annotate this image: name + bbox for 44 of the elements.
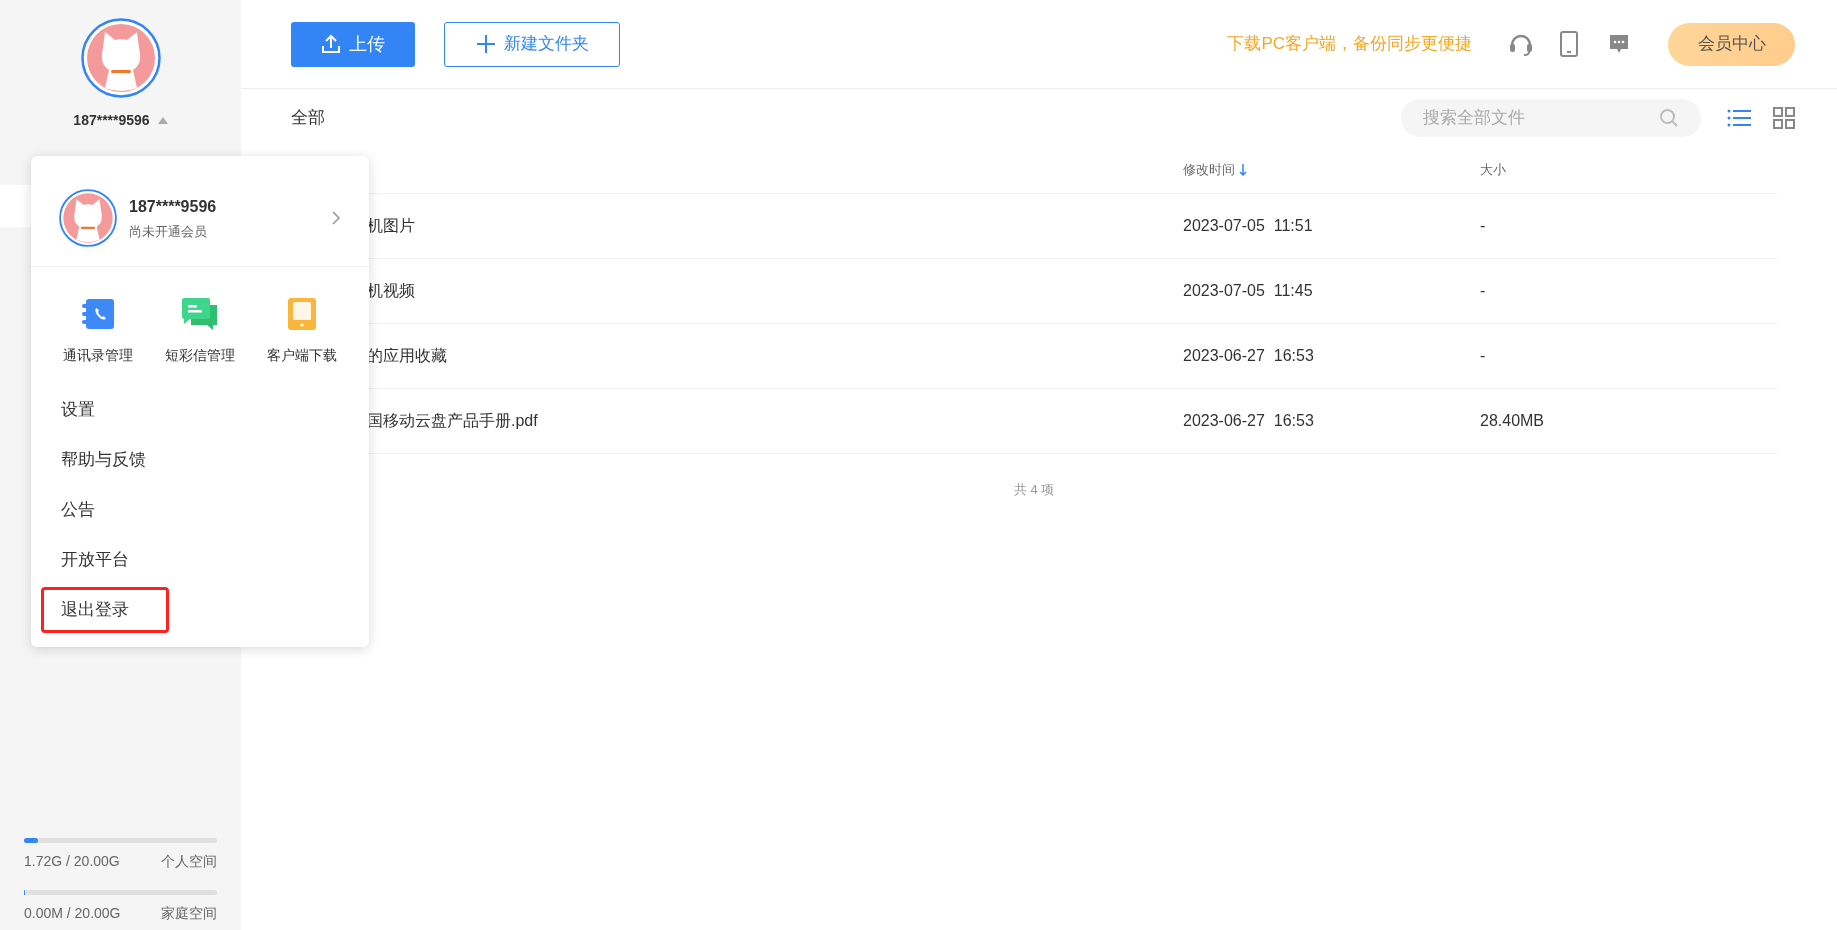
phone-icon[interactable] — [1559, 31, 1579, 57]
address-book-icon — [81, 297, 115, 331]
menu-item[interactable]: 帮助与反馈 — [41, 437, 169, 483]
modified-time: 2023-07-05 11:51 — [1183, 217, 1313, 234]
menu-item[interactable]: 设置 — [41, 387, 169, 433]
breadcrumb[interactable]: 全部 — [291, 105, 325, 131]
avatar[interactable] — [80, 18, 161, 98]
menu-item[interactable]: 开放平台 — [41, 537, 169, 583]
list-view-icon[interactable] — [1727, 108, 1751, 128]
upload-button[interactable]: 上传 — [291, 21, 415, 67]
plus-icon — [475, 34, 496, 54]
upload-icon — [321, 34, 341, 54]
member-center-button[interactable]: 会员中心 — [1668, 22, 1795, 66]
modified-time: 2023-06-27 16:53 — [1183, 412, 1314, 429]
modified-time: 2023-06-27 16:53 — [1183, 347, 1314, 364]
chat-bubbles-icon — [181, 297, 219, 331]
storage-usage: 1.72G / 20.00G — [24, 852, 120, 871]
new-folder-button[interactable]: 新建文件夹 — [444, 21, 620, 67]
shortcut-button[interactable]: 通讯录管理 — [47, 295, 149, 366]
message-icon[interactable] — [1608, 33, 1630, 55]
column-header[interactable]: 大小 — [1480, 160, 1777, 180]
file-size: 28.40MB — [1480, 412, 1545, 429]
file-size: - — [1480, 347, 1486, 364]
menu-item[interactable]: 公告 — [41, 487, 169, 533]
tablet-icon — [287, 297, 317, 331]
caret-icon[interactable] — [157, 117, 168, 124]
shortcut-button[interactable]: 客户端下载 — [251, 295, 353, 366]
modified-time: 2023-07-05 11:45 — [1183, 282, 1313, 299]
user-name: 187****9596 — [129, 196, 218, 217]
grid-view-icon[interactable] — [1773, 107, 1795, 129]
membership-status: 尚未开通会员 — [129, 222, 208, 241]
storage-label: 个人空间 — [161, 852, 217, 871]
file-size: - — [1480, 217, 1486, 234]
file-size: - — [1480, 282, 1486, 299]
menu-item[interactable]: 退出登录 — [41, 587, 169, 633]
user-name[interactable]: 187****9596 — [73, 110, 150, 131]
storage-usage: 0.00M / 20.00G — [24, 904, 121, 923]
search-field[interactable]: 搜索全部文件 — [1401, 99, 1701, 137]
storage-label: 家庭空间 — [161, 904, 217, 923]
item-count: 共 4 项 — [1013, 481, 1055, 499]
chevron-right-icon[interactable] — [331, 210, 341, 226]
avatar[interactable] — [59, 189, 117, 247]
shortcut-button[interactable]: 短彩信管理 — [149, 295, 251, 366]
column-header[interactable]: 修改时间 — [1183, 160, 1480, 180]
